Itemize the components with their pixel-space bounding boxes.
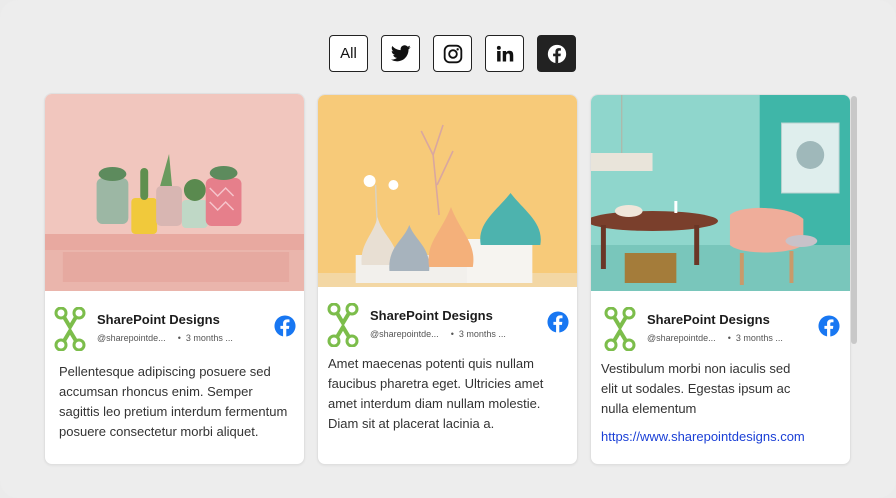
author-name[interactable]: SharePoint Designs	[97, 312, 220, 327]
facebook-icon	[547, 44, 567, 64]
post-link[interactable]: https://www.sharepointdesigns.com	[601, 429, 805, 444]
carousel-scrollbar[interactable]	[851, 96, 857, 344]
filter-facebook-button[interactable]	[537, 35, 576, 72]
author-handle: @sharepointde...	[647, 333, 716, 343]
sharepoint-logo-avatar	[327, 303, 359, 347]
post-image[interactable]	[45, 94, 304, 291]
sharepoint-logo-avatar	[54, 307, 86, 351]
post-text: Pellentesque adipiscing posuere sed accu…	[59, 364, 288, 439]
facebook-icon[interactable]	[274, 315, 296, 337]
post-author: SharePoint Designs @sharepointde... • 3 mo…	[53, 307, 296, 351]
filter-linkedin-button[interactable]	[485, 35, 524, 72]
post-card[interactable]: SharePoint Designs @sharepointde... • 3 mo…	[44, 93, 305, 465]
post-image[interactable]	[591, 95, 850, 291]
social-filter-bar: All	[329, 35, 576, 72]
post-author: SharePoint Designs @sharepointde... • 3 mo…	[326, 303, 569, 347]
instagram-icon	[443, 44, 463, 64]
widget-frame: All SharePoint Designs @sharepointde... …	[0, 0, 896, 498]
facebook-icon[interactable]	[818, 315, 840, 337]
author-name[interactable]: SharePoint Designs	[370, 308, 493, 323]
post-time: 3 months ...	[735, 333, 783, 343]
filter-all-button[interactable]: All	[329, 35, 368, 72]
post-time: 3 months ...	[185, 333, 233, 343]
twitter-icon	[390, 45, 411, 62]
post-author: SharePoint Designs @sharepointde... • 3 mo…	[603, 307, 840, 351]
filter-instagram-button[interactable]	[433, 35, 472, 72]
linkedin-icon	[496, 45, 514, 63]
author-handle: @sharepointde...	[370, 329, 439, 339]
author-meta: @sharepointde... • 3 months ...	[370, 329, 506, 339]
filter-twitter-button[interactable]	[381, 35, 420, 72]
sharepoint-logo-avatar	[604, 307, 636, 351]
post-card[interactable]: SharePoint Designs @sharepointde... • 3 mo…	[317, 94, 578, 465]
facebook-icon[interactable]	[547, 311, 569, 333]
author-meta: @sharepointde... • 3 months ...	[97, 333, 233, 343]
post-image[interactable]	[318, 95, 577, 287]
author-name[interactable]: SharePoint Designs	[647, 312, 770, 327]
author-handle: @sharepointde...	[97, 333, 166, 343]
author-meta: @sharepointde... • 3 months ...	[647, 333, 783, 343]
filter-all-label: All	[340, 45, 357, 62]
post-text: Amet maecenas potenti quis nullam faucib…	[328, 356, 544, 431]
post-card[interactable]: SharePoint Designs @sharepointde... • 3 mo…	[590, 94, 851, 465]
post-text: Vestibulum morbi non iaculis sed elit ut…	[601, 361, 791, 416]
post-time: 3 months ...	[458, 329, 506, 339]
